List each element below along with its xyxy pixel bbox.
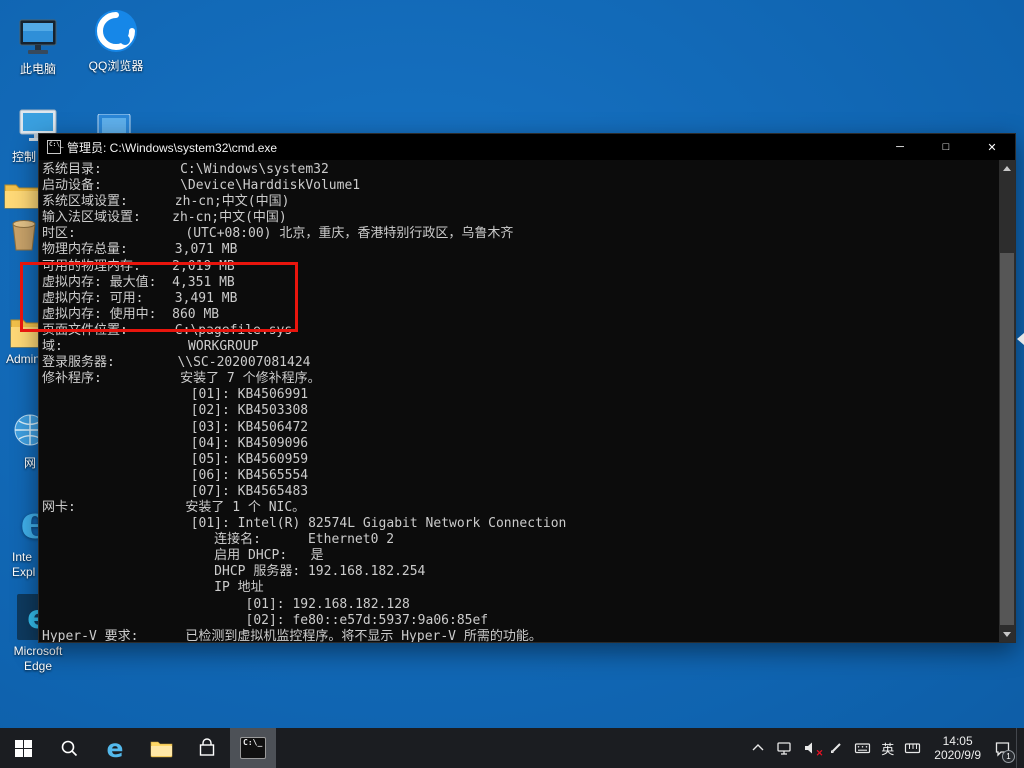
console-area[interactable]: 系统目录: C:\Windows\system32 启动设备: \Device\… <box>39 160 1015 642</box>
tray-chevron-button[interactable] <box>745 728 771 768</box>
desktop-icon-label: QQ浏览器 <box>78 59 154 74</box>
keyboard-icon <box>854 740 871 756</box>
taskbar-file-explorer-button[interactable] <box>138 728 184 768</box>
scroll-down-arrow-icon[interactable] <box>999 626 1015 642</box>
tray-keyboard-button[interactable] <box>849 728 876 768</box>
ime-language-label: 英 <box>881 739 894 758</box>
tray-pen-button[interactable] <box>823 728 849 768</box>
this-pc-icon <box>0 8 76 58</box>
search-button[interactable] <box>46 728 92 768</box>
notification-badge: 1 <box>1002 750 1015 763</box>
desktop-icon-this-pc[interactable]: 此电脑 <box>0 8 76 77</box>
file-explorer-icon <box>150 739 173 758</box>
volume-muted-badge: ✕ <box>816 748 824 759</box>
maximize-button[interactable]: □ <box>923 134 969 160</box>
clock-date: 2020/9/9 <box>934 748 981 762</box>
chevron-up-icon <box>750 740 766 756</box>
desktop-icon-partial-bin[interactable] <box>6 214 42 252</box>
recycle-bin-icon <box>6 214 42 252</box>
desktop-icon-label: Microsoft Edge <box>0 644 76 674</box>
desktop-icon-label: 此电脑 <box>0 62 76 77</box>
minimize-button[interactable]: ─ <box>877 134 923 160</box>
desktop-icon-qq-browser[interactable]: QQ浏览器 <box>78 5 154 74</box>
taskbar: e C:\_ <box>0 728 1024 768</box>
taskbar-cmd-button[interactable]: C:\_ <box>230 728 276 768</box>
desktop-icon-partial-folder[interactable] <box>2 176 42 210</box>
cmd-window[interactable]: C:\_ 管理员: C:\Windows\system32\cmd.exe ─ … <box>38 133 1016 643</box>
clock-time: 14:05 <box>934 734 981 748</box>
scrollbar-thumb[interactable] <box>1000 253 1014 625</box>
start-button[interactable] <box>0 728 46 768</box>
touch-keyboard-icon <box>904 740 921 756</box>
show-desktop-button[interactable] <box>1016 728 1022 768</box>
annotation-red-box <box>20 262 298 332</box>
cmd-titlebar-icon: C:\_ <box>47 140 61 154</box>
tray-volume-button[interactable]: ✕ <box>797 728 823 768</box>
close-button[interactable]: ✕ <box>969 134 1015 160</box>
taskbar-clock[interactable]: 14:05 2020/9/9 <box>926 734 989 762</box>
window-title: 管理员: C:\Windows\system32\cmd.exe <box>67 139 877 156</box>
tray-touch-keyboard-button[interactable] <box>899 728 926 768</box>
system-tray: ✕ 英 <box>745 728 1024 768</box>
console-output: 系统目录: C:\Windows\system32 启动设备: \Device\… <box>39 160 1015 642</box>
taskbar-edge-button[interactable]: e <box>92 728 138 768</box>
cmd-icon: C:\_ <box>240 737 266 759</box>
folder-icon <box>2 176 42 210</box>
pen-icon <box>828 740 844 756</box>
scroll-up-arrow-icon[interactable] <box>999 160 1015 176</box>
cmd-titlebar[interactable]: C:\_ 管理员: C:\Windows\system32\cmd.exe ─ … <box>39 134 1015 160</box>
qq-browser-icon <box>78 5 154 55</box>
notification-center-button[interactable]: 1 <box>989 728 1016 768</box>
tray-network-button[interactable] <box>771 728 797 768</box>
taskbar-apps: e C:\_ <box>0 728 276 768</box>
edge-flyout-arrow[interactable] <box>1017 333 1024 345</box>
network-icon <box>776 740 792 756</box>
store-icon <box>197 738 217 758</box>
taskbar-store-button[interactable] <box>184 728 230 768</box>
desktop: 此电脑 QQ浏览器 控制 <box>0 0 1024 768</box>
search-icon <box>60 739 78 757</box>
edge-icon: e <box>107 734 124 763</box>
console-scrollbar[interactable] <box>999 160 1015 642</box>
windows-logo-icon <box>15 740 32 757</box>
tray-ime-button[interactable]: 英 <box>876 728 899 768</box>
